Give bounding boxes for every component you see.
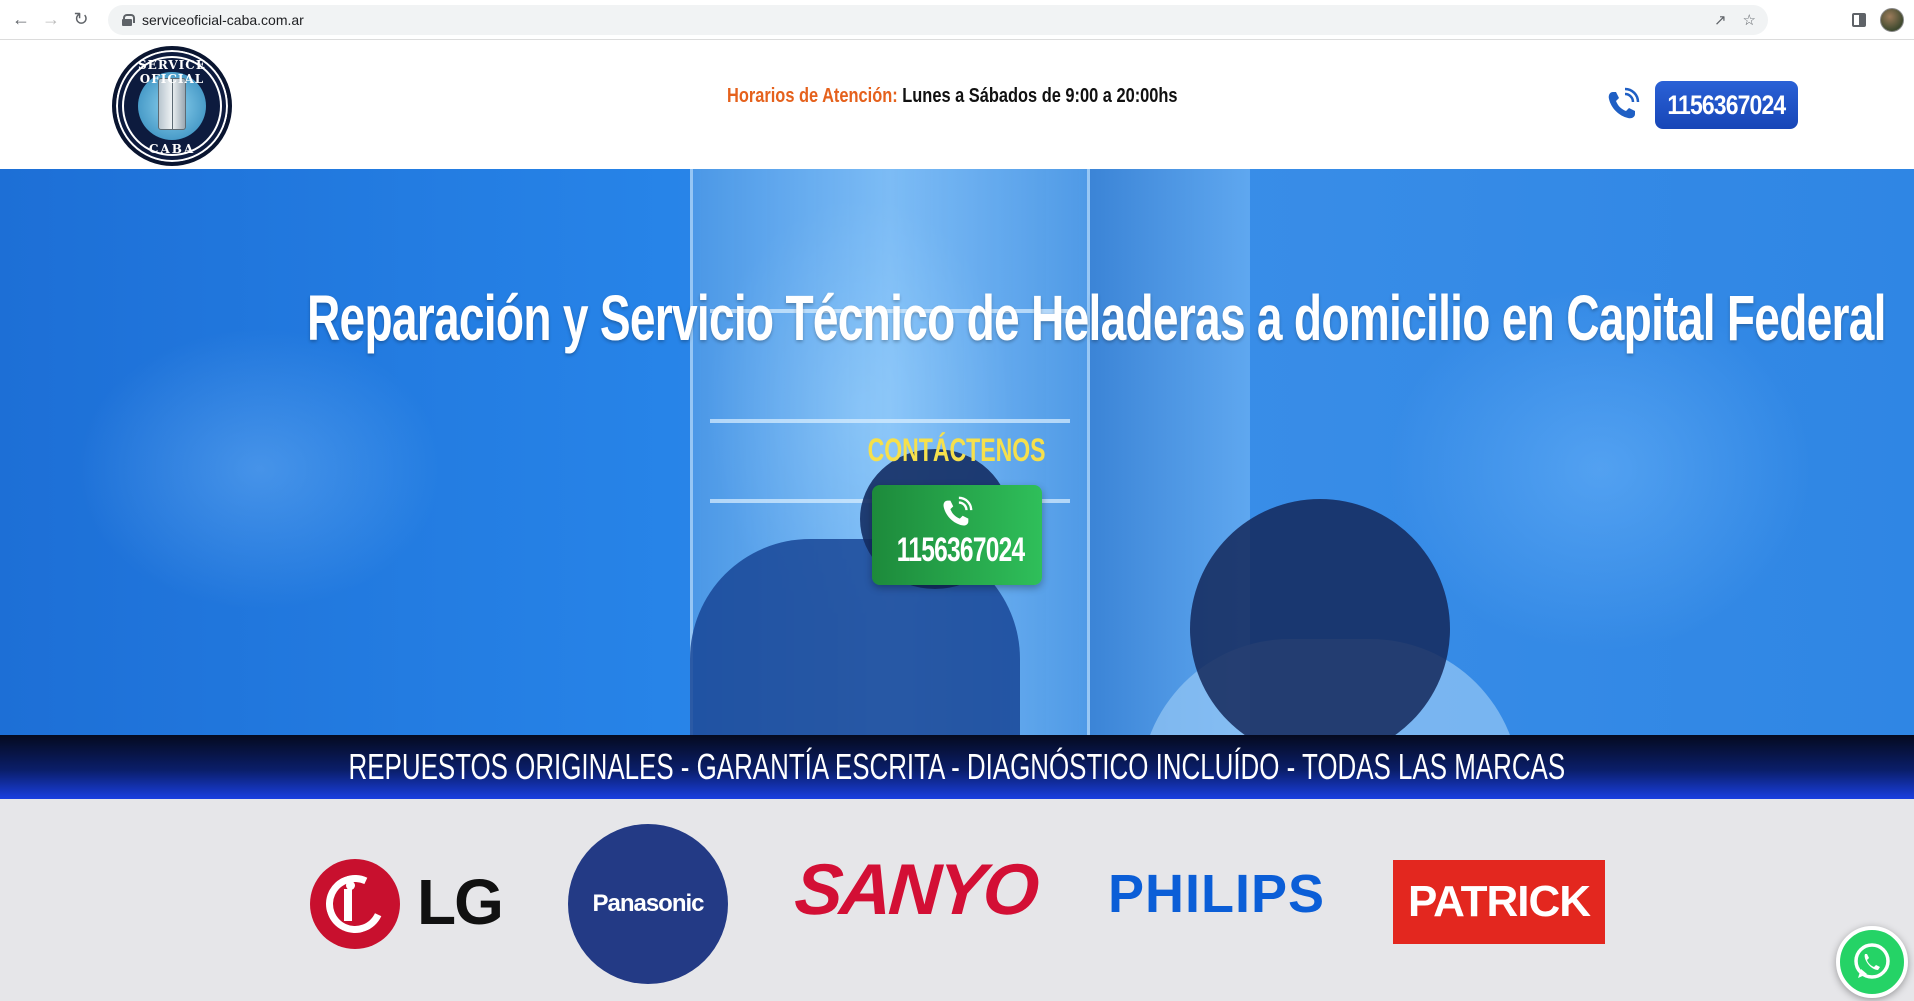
star-icon[interactable]: ☆: [1743, 11, 1756, 29]
header-phone-number: 1156367024: [1667, 89, 1787, 120]
whatsapp-button[interactable]: [1836, 926, 1908, 998]
header-phone-button[interactable]: 1156367024: [1655, 81, 1798, 129]
hero-title: Reparación y Servicio Técnico de Helader…: [0, 281, 1914, 355]
logo-top-text: SERVICE OFICIAL: [138, 58, 206, 86]
features-banner: REPUESTOS ORIGINALES - GARANTÍA ESCRITA …: [0, 735, 1914, 799]
phone-ringing-icon: [940, 495, 974, 529]
url-text: serviceoficial-caba.com.ar: [142, 12, 304, 28]
browser-toolbar: ← → ↻ serviceoficial-caba.com.ar ↗ ☆: [0, 0, 1914, 40]
brand-lg: LG: [417, 866, 504, 938]
hero-phone-number: 1156367024: [872, 531, 1042, 570]
contact-label-text: CONTÁCTENOS: [868, 432, 1046, 468]
hero-title-text: Reparación y Servicio Técnico de Helader…: [306, 282, 1886, 354]
site-logo[interactable]: SERVICE OFICIAL CABA: [112, 46, 232, 166]
lock-icon: [122, 14, 135, 26]
logo-bottom-text: CABA: [148, 142, 196, 156]
brand-sanyo: SANYO: [792, 850, 1039, 930]
phone-ringing-icon: [1605, 86, 1641, 122]
hours-value: Lunes a Sábados de 9:00 a 20:00hs: [902, 85, 1178, 107]
forward-button[interactable]: →: [36, 5, 66, 35]
lg-logo-icon: [310, 859, 400, 949]
arrow-left-icon: ←: [12, 9, 30, 29]
hero-call-button[interactable]: 1156367024: [872, 485, 1042, 585]
brand-patrick-text: PATRICK: [1407, 877, 1591, 926]
share-icon[interactable]: ↗: [1714, 11, 1727, 29]
hero-phone-number-text: 1156367024: [896, 531, 1025, 569]
reload-button[interactable]: ↻: [66, 5, 96, 35]
business-hours: Horarios de Atención: Lunes a Sábados de…: [727, 85, 1178, 108]
reload-icon: ↻: [73, 9, 89, 29]
hero-section: Reparación y Servicio Técnico de Helader…: [0, 169, 1914, 735]
arrow-right-icon: →: [42, 9, 60, 29]
lg-logo-l: [344, 889, 352, 921]
whatsapp-icon: [1854, 943, 1890, 979]
hours-label: Horarios de Atención:: [727, 85, 898, 107]
brand-panasonic: Panasonic: [568, 824, 728, 984]
site-header: SERVICE OFICIAL CABA Horarios de Atenció…: [0, 40, 1914, 169]
brand-patrick: PATRICK: [1393, 860, 1605, 944]
brand-panasonic-text: Panasonic: [592, 890, 704, 917]
brands-section: LG Panasonic SANYO PHILIPS PATRICK: [0, 799, 1914, 1001]
side-panel-icon[interactable]: [1852, 13, 1866, 27]
contact-label: CONTÁCTENOS: [0, 432, 1914, 469]
address-bar[interactable]: serviceoficial-caba.com.ar ↗ ☆: [108, 5, 1768, 35]
back-button[interactable]: ←: [6, 5, 36, 35]
profile-avatar[interactable]: [1880, 8, 1904, 32]
hero-shelf: [710, 419, 1070, 423]
features-banner-text: REPUESTOS ORIGINALES - GARANTÍA ESCRITA …: [348, 746, 1566, 787]
lg-logo-ring: [317, 866, 393, 942]
brand-philips: PHILIPS: [1108, 864, 1326, 924]
